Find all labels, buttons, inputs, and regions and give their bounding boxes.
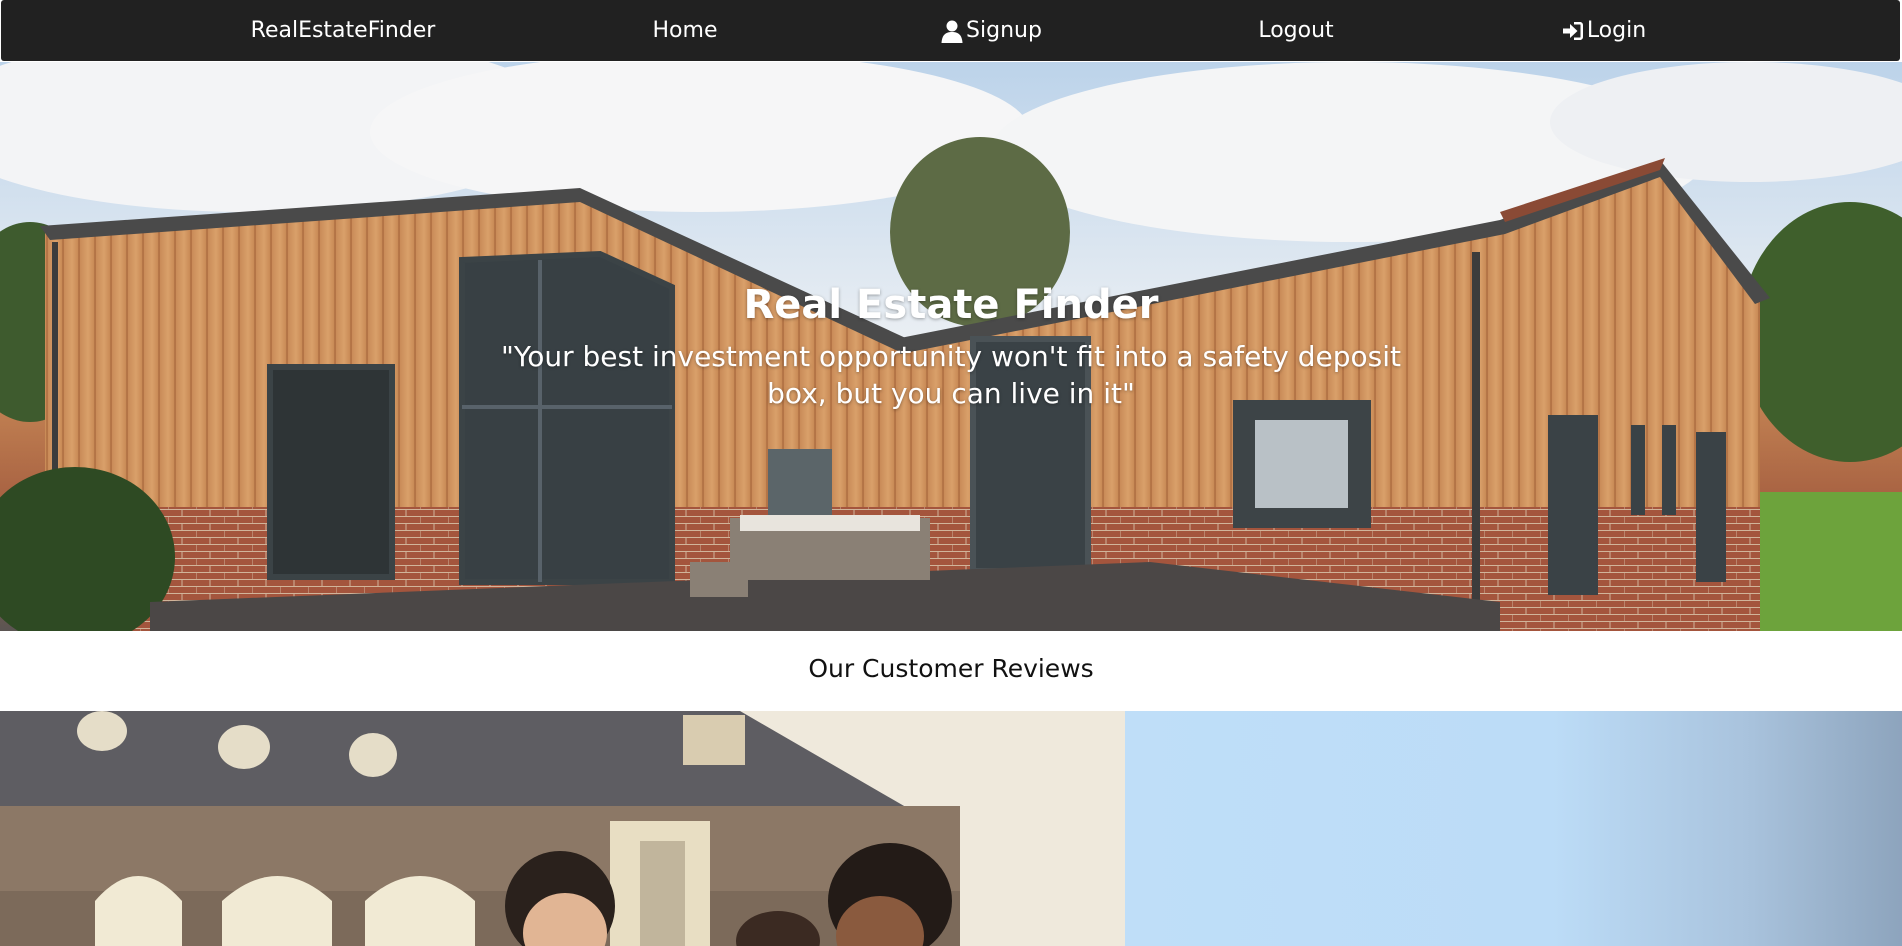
reviews-heading: Our Customer Reviews xyxy=(808,654,1094,683)
hero-quote: "Your best investment opportunity won't … xyxy=(500,340,1402,410)
brand-link[interactable]: RealEstateFinder xyxy=(201,0,485,61)
sign-in-icon xyxy=(1561,19,1585,43)
nav-signup-label: Signup xyxy=(966,18,1042,43)
brand-label: RealEstateFinder xyxy=(250,18,436,43)
nav-signup-link[interactable]: Signup xyxy=(901,0,1081,61)
nav-logout-label: Logout xyxy=(1258,18,1334,43)
family-house-image xyxy=(0,711,1125,946)
customer-photo xyxy=(0,711,1125,946)
hero-title: Real Estate Finder xyxy=(743,282,1159,328)
hero-banner: Real Estate Finder "Your best investment… xyxy=(0,62,1902,631)
nav-login-label: Login xyxy=(1586,18,1647,43)
nav-logout-link[interactable]: Logout xyxy=(1221,0,1371,61)
nav-home-label: Home xyxy=(652,18,718,43)
nav-home-link[interactable]: Home xyxy=(601,0,769,61)
user-icon xyxy=(940,19,964,43)
review-panel xyxy=(1125,711,1902,946)
navbar: RealEstateFinder Home Signup Logout Logi… xyxy=(1,0,1900,61)
nav-login-link[interactable]: Login xyxy=(1531,0,1676,61)
